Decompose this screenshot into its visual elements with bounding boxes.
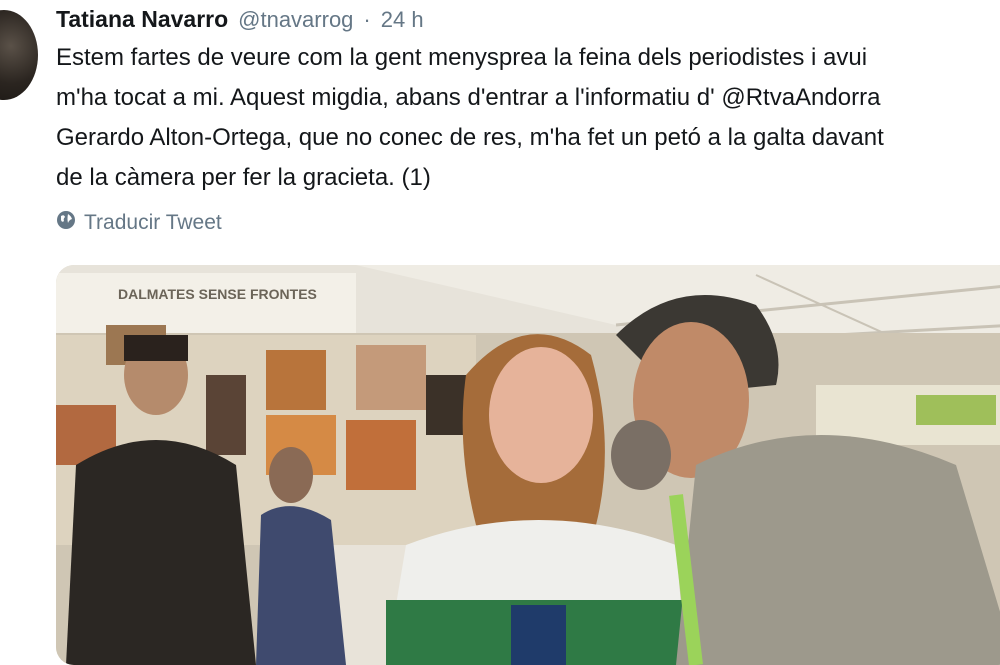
banner-text: DALMATES SENSE FRONTES [118, 286, 317, 302]
tweet-timestamp[interactable]: 24 h [381, 7, 424, 33]
author-avatar[interactable] [0, 10, 38, 100]
tweet-media-image[interactable]: DALMATES SENSE FRONTES [56, 265, 1000, 665]
tweet-header: Tatiana Navarro @tnavarrog · 24 h [56, 6, 424, 38]
tweet-text: Estem fartes de veure com la gent menysp… [56, 38, 1000, 198]
translate-tweet-button[interactable]: Traducir Tweet [56, 210, 222, 236]
tweet-text-line: Gerardo Alton-Ortega, que no conec de re… [56, 124, 884, 151]
author-name[interactable]: Tatiana Navarro [56, 6, 228, 33]
tweet-text-line: Estem fartes de veure com la gent menysp… [56, 44, 868, 71]
tweet-text-line: de la càmera per fer la gracieta. (1) [56, 164, 431, 191]
author-handle[interactable]: @tnavarrog [238, 7, 353, 33]
tweet-text-line: m'ha tocat a mi. Aquest migdia, abans d'… [56, 84, 881, 111]
translate-label: Traducir Tweet [84, 211, 222, 234]
header-separator: · [363, 7, 371, 32]
globe-icon [56, 210, 76, 236]
